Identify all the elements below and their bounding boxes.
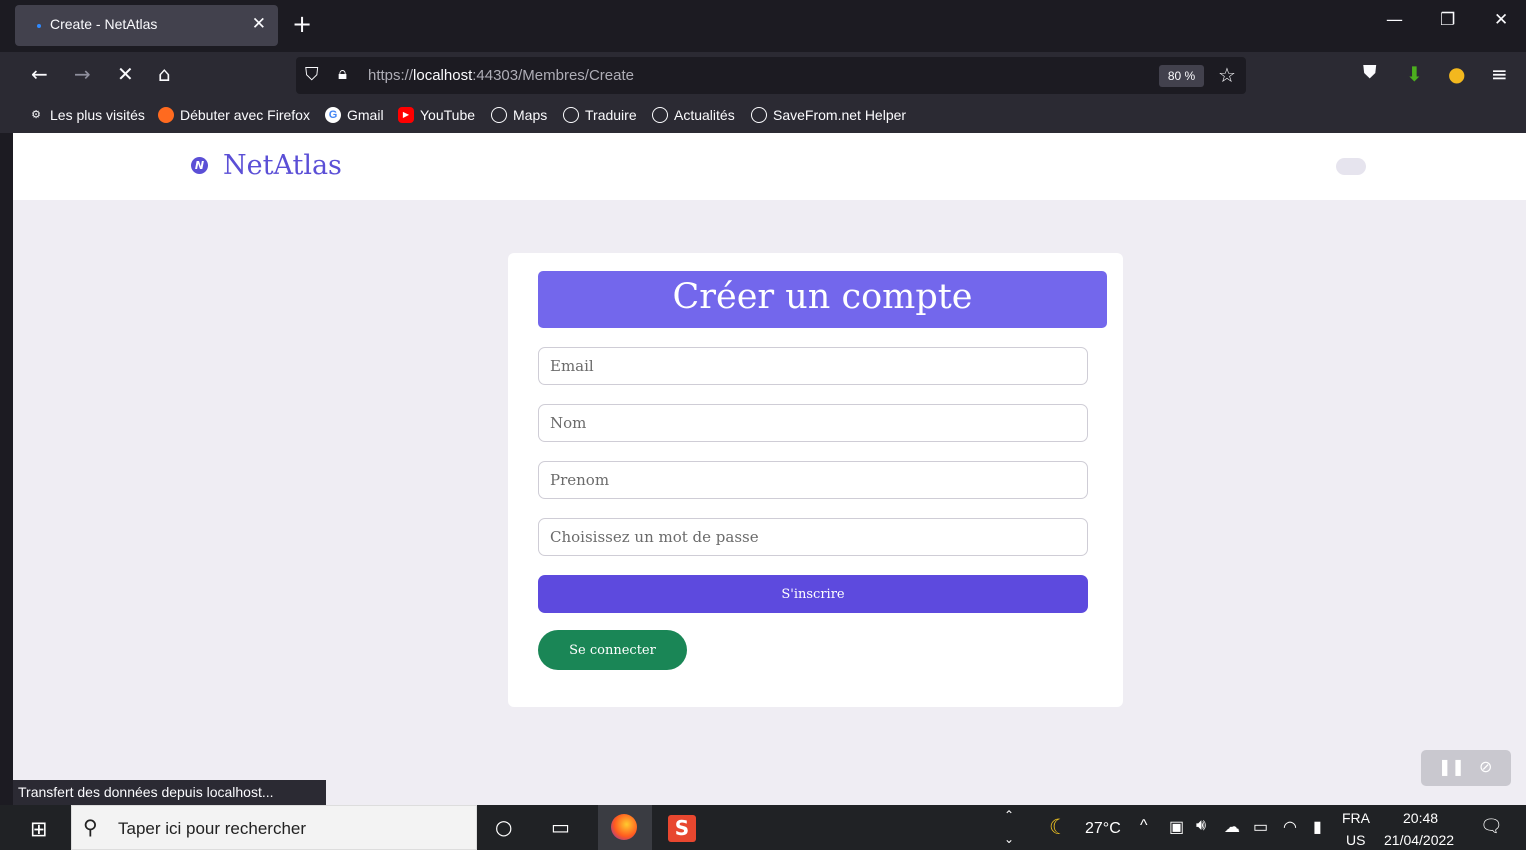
globe-icon [563,107,579,123]
gear-icon: ⚙ [31,109,41,121]
tab-strip: Create - NetAtlas ✕ + — ❐ ✕ [0,0,1526,52]
globe-icon [751,107,767,123]
clock-date[interactable]: 21/04/2022 [1384,832,1454,848]
site-logo[interactable]: N NetAtlas [191,150,342,181]
forward-icon[interactable]: → [74,62,91,86]
bookmark-most-visited[interactable]: ⚙ Les plus visités [28,107,145,123]
shield-icon[interactable]: ⛉ [305,64,319,85]
taskbar-firefox[interactable] [598,805,652,850]
status-bar: Transfert des données depuis localhost..… [13,780,326,805]
taskbar: ⊞ ⚲ Taper ici pour rechercher ○ ▭ S ⌃ ⌄ … [0,805,1526,850]
signup-button[interactable]: S'inscrire [538,575,1088,613]
task-view-icon[interactable]: ▭ [551,815,570,839]
prenom-field[interactable] [538,461,1088,499]
onedrive-icon[interactable]: ☁ [1224,817,1240,837]
weather-moon-icon[interactable]: ☾ [1049,815,1068,840]
loading-indicator-icon [37,24,41,28]
youtube-icon: ▶ [398,107,414,123]
pocket-icon[interactable]: ⛊ [1363,62,1377,83]
tab-close-icon[interactable]: ✕ [252,14,266,34]
taskbar-search[interactable]: ⚲ Taper ici pour rechercher [71,805,477,850]
notification-icon[interactable]: 🗨︎ [1480,816,1503,837]
site-header: N NetAtlas [13,133,1526,200]
brand-name: NetAtlas [223,150,342,181]
firefox-icon [158,107,174,123]
lock-icon[interactable]: 🔒︎ [338,64,347,84]
page-viewport: N NetAtlas Créer un compte S'inscrire Se… [13,133,1526,805]
temperature[interactable]: 27°C [1085,820,1121,838]
recording-controls: ❚❚ ⊘ [1421,750,1511,786]
page-title: Créer un compte [672,277,973,317]
login-button[interactable]: Se connecter [538,630,687,670]
stop-recording-icon[interactable]: ⊘ [1479,757,1492,776]
home-icon[interactable]: ⌂ [158,62,171,86]
cortana-icon[interactable]: ○ [495,815,512,839]
tab-active[interactable]: Create - NetAtlas ✕ [15,5,278,46]
stop-loading-icon[interactable]: ✕ [117,62,134,86]
bookmark-youtube[interactable]: ▶ YouTube [398,107,475,123]
tray-expand-icon[interactable]: ^ [1140,817,1148,835]
globe-icon [491,107,507,123]
url-text[interactable]: https://localhost:44303/Membres/Create [368,67,634,84]
bookmark-gmail[interactable]: G Gmail [325,107,384,123]
clock-time[interactable]: 20:48 [1403,810,1438,826]
back-icon[interactable]: ← [31,62,48,86]
taskbar-app-s-icon[interactable]: S [668,815,696,842]
language-bottom[interactable]: US [1346,832,1365,848]
volume-icon[interactable]: 🔊︎ [1196,817,1206,835]
address-bar[interactable]: ⛉ 🔒︎ https://localhost:44303/Membres/Cre… [296,57,1246,94]
extension-icon[interactable]: ● [1448,62,1465,86]
globe-icon [652,107,668,123]
battery-icon[interactable]: ▭ [1253,817,1268,837]
windows-start-icon[interactable]: ⊞ [30,817,48,841]
taskbar-search-placeholder: Taper ici pour rechercher [118,819,307,838]
bookmark-savefrom[interactable]: SaveFrom.net Helper [751,107,906,123]
scroll-up-icon[interactable]: ⌃ [1004,808,1014,822]
bookmark-translate[interactable]: Traduire [563,107,637,123]
zoom-badge[interactable]: 80 % [1159,65,1204,87]
bookmark-news[interactable]: Actualités [652,107,735,123]
bookmark-maps[interactable]: Maps [491,107,547,123]
netatlas-logo-icon: N [191,157,208,174]
google-icon: G [325,107,341,123]
signup-card: Créer un compte S'inscrire Se connecter [508,253,1123,707]
email-field[interactable] [538,347,1088,385]
microphone-icon[interactable]: ▮ [1313,817,1322,837]
menu-icon[interactable]: ≡ [1491,62,1508,86]
download-extension-icon[interactable]: ⬇ [1406,62,1423,86]
bookmark-star-icon[interactable]: ☆ [1218,63,1236,87]
firefox-icon [611,814,637,840]
scroll-down-icon[interactable]: ⌄ [1004,832,1014,846]
wifi-icon[interactable]: ◠ [1283,817,1297,837]
tab-title: Create - NetAtlas [50,16,158,32]
minimize-icon[interactable]: — [1386,10,1403,30]
window-close-icon[interactable]: ✕ [1494,10,1508,30]
pause-icon[interactable]: ❚❚ [1438,757,1465,776]
new-tab-icon[interactable]: + [292,10,312,38]
bookmarks-bar: ⚙ Les plus visités Débuter avec Firefox G… [0,98,1526,133]
nav-bar: ← → ✕ ⌂ ⛉ 🔒︎ https://localhost:44303/Mem… [0,52,1526,98]
bookmark-firefox[interactable]: Débuter avec Firefox [158,107,310,123]
search-icon: ⚲ [83,815,98,839]
nom-field[interactable] [538,404,1088,442]
restore-icon[interactable]: ❐ [1440,10,1455,30]
card-header: Créer un compte [538,271,1107,328]
theme-toggle[interactable] [1336,158,1366,175]
password-field[interactable] [538,518,1088,556]
meet-icon[interactable]: ▣ [1169,817,1184,837]
language-top[interactable]: FRA [1342,810,1370,826]
